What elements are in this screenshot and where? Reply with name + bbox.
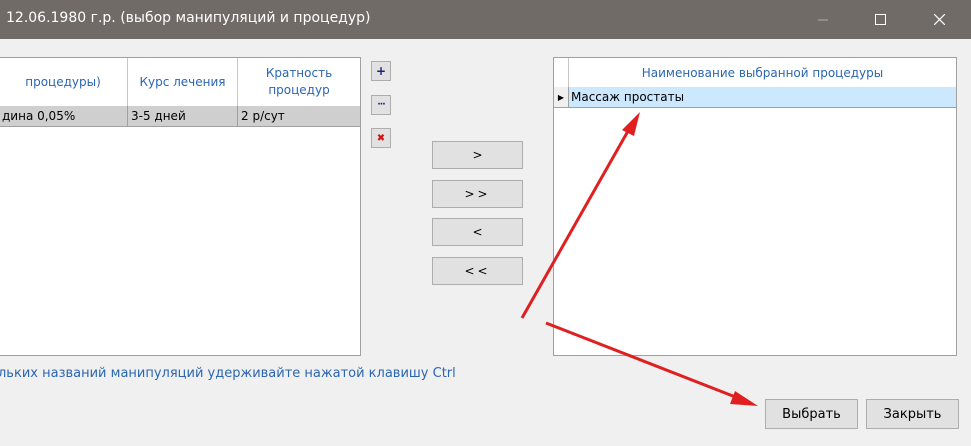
cell-procedure[interactable]: дина 0,05%	[0, 106, 128, 126]
plus-icon: +	[375, 64, 387, 78]
maximize-button[interactable]	[857, 0, 903, 39]
grid-header: процедуры) Курс лечения Кратность процед…	[0, 58, 360, 107]
cell-procedure-name[interactable]: Массаж простаты	[571, 87, 684, 107]
edit-button[interactable]: ···	[371, 95, 391, 115]
column-header-procedure-name[interactable]: Наименование выбранной процедуры	[569, 58, 956, 87]
column-header-frequency[interactable]: Кратность процедур	[238, 58, 360, 106]
column-header-course[interactable]: Курс лечения	[128, 58, 238, 106]
manipulations-grid[interactable]: процедуры) Курс лечения Кратность процед…	[0, 57, 361, 356]
window-title: 12.06.1980 г.р. (выбор манипуляций и про…	[6, 10, 371, 26]
row-header-corner	[554, 58, 569, 87]
row-indicator[interactable]: ▶	[554, 87, 569, 107]
move-all-right-button[interactable]: >>	[432, 180, 523, 208]
multi-select-hint: льких названий манипуляций удерживайте н…	[0, 366, 456, 381]
move-all-left-button[interactable]: <<	[432, 257, 523, 285]
select-button[interactable]: Выбрать	[765, 399, 858, 429]
cell-course[interactable]: 3-5 дней	[128, 106, 238, 126]
add-button[interactable]: +	[371, 61, 391, 81]
minimize-icon	[818, 19, 828, 20]
minimize-button[interactable]	[800, 0, 846, 39]
delete-icon: ✖	[376, 132, 386, 144]
table-row[interactable]: дина 0,05% 3-5 дней 2 р/сут	[0, 106, 360, 127]
grid-header: Наименование выбранной процедуры	[554, 58, 956, 88]
table-row[interactable]: ▶ Массаж простаты	[554, 87, 956, 108]
current-row-icon: ▶	[557, 92, 565, 102]
move-one-left-button[interactable]: <	[432, 218, 523, 246]
close-icon	[933, 14, 945, 25]
close-button[interactable]: Закрыть	[866, 399, 959, 429]
title-bar: 12.06.1980 г.р. (выбор манипуляций и про…	[0, 0, 971, 39]
delete-button[interactable]: ✖	[371, 128, 391, 148]
move-one-right-button[interactable]: >	[432, 141, 523, 169]
selected-procedures-grid[interactable]: Наименование выбранной процедуры ▶ Масса…	[553, 57, 957, 356]
column-header-procedures[interactable]: процедуры)	[0, 58, 128, 106]
cell-frequency[interactable]: 2 р/сут	[238, 106, 360, 126]
close-window-button[interactable]	[916, 0, 962, 39]
maximize-icon	[874, 14, 886, 25]
ellipsis-icon: ···	[377, 100, 385, 110]
